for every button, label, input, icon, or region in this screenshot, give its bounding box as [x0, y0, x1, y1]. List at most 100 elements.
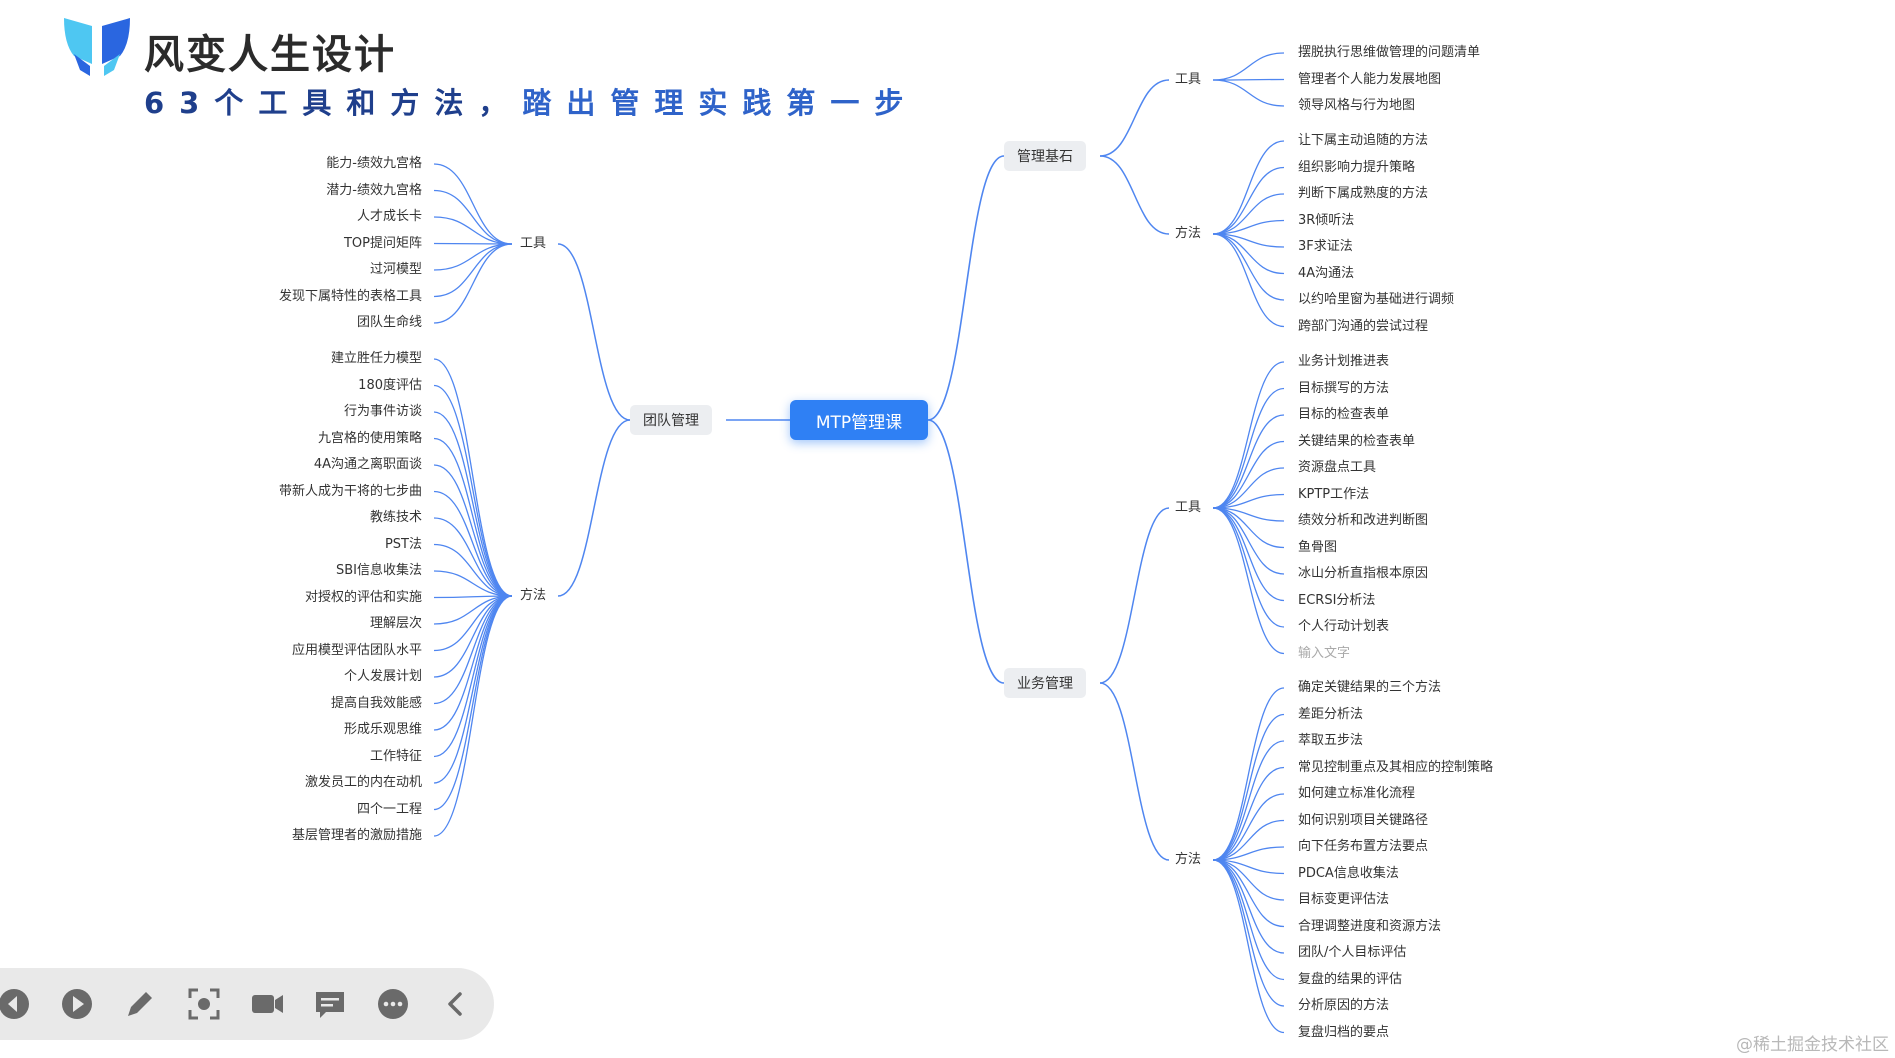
leaf-node[interactable]: 教练技术 — [370, 510, 422, 526]
leaf-node[interactable]: 个人发展计划 — [344, 669, 422, 685]
leaf-node[interactable]: 以约哈里窗为基础进行调频 — [1298, 292, 1454, 308]
leaf-node[interactable]: 工作特征 — [370, 749, 422, 765]
leaf-node[interactable]: SBI信息收集法 — [336, 563, 422, 579]
connector-line — [1212, 859, 1285, 1007]
leaf-node[interactable]: 绩效分析和改进判断图 — [1298, 513, 1428, 529]
leaf-node[interactable]: 向下任务布置方法要点 — [1298, 839, 1428, 855]
branch-node[interactable]: 业务管理 — [1004, 668, 1086, 698]
leaf-node[interactable]: 确定关键结果的三个方法 — [1298, 680, 1441, 696]
leaf-node[interactable]: 关键结果的检查表单 — [1298, 434, 1415, 450]
leaf-node[interactable]: 3F求证法 — [1298, 239, 1353, 255]
connector-line — [1212, 507, 1285, 655]
leaf-node[interactable]: 4A沟通法 — [1298, 266, 1354, 282]
leaf-node[interactable]: TOP提问矩阵 — [344, 236, 422, 252]
leaf-node[interactable]: 复盘的结果的评估 — [1298, 972, 1402, 988]
leaf-node[interactable]: 四个一工程 — [357, 802, 422, 818]
connector-line — [433, 163, 513, 245]
leaf-node[interactable]: 合理调整进度和资源方法 — [1298, 919, 1441, 935]
leaf-node[interactable]: 4A沟通之离职面谈 — [314, 457, 422, 473]
leaf-node[interactable]: 目标变更评估法 — [1298, 892, 1389, 908]
leaf-node[interactable]: 形成乐观思维 — [344, 722, 422, 738]
connector-line — [1212, 79, 1285, 107]
connector-line — [433, 384, 513, 597]
leaf-node[interactable]: 对授权的评估和实施 — [305, 590, 422, 606]
leaf-node[interactable]: 团队/个人目标评估 — [1298, 945, 1406, 961]
play-button[interactable] — [59, 986, 95, 1022]
leaf-node[interactable]: 管理者个人能力发展地图 — [1298, 72, 1441, 88]
branch-node[interactable]: 团队管理 — [630, 405, 712, 435]
leaf-node[interactable]: 目标的检查表单 — [1298, 407, 1389, 423]
leaf-node[interactable]: 让下属主动追随的方法 — [1298, 133, 1428, 149]
leaf-node[interactable]: ECRSI分析法 — [1298, 593, 1375, 609]
collapse-button[interactable] — [438, 986, 474, 1022]
leaf-node[interactable]: 提高自我效能感 — [331, 696, 422, 712]
connector-line — [1212, 233, 1285, 301]
leaf-node[interactable]: 过河模型 — [370, 262, 422, 278]
leaf-node[interactable]: 差距分析法 — [1298, 707, 1363, 723]
pen-button[interactable] — [122, 986, 158, 1022]
leaf-node[interactable]: 如何识别项目关键路径 — [1298, 813, 1428, 829]
group-node[interactable]: 工具 — [520, 236, 546, 252]
leaf-node[interactable]: 目标撰写的方法 — [1298, 381, 1389, 397]
comment-button[interactable] — [312, 986, 348, 1022]
leaf-node[interactable]: 个人行动计划表 — [1298, 619, 1389, 635]
more-button[interactable] — [375, 986, 411, 1022]
group-node[interactable]: 方法 — [1175, 852, 1201, 868]
leaf-node[interactable]: 鱼骨图 — [1298, 540, 1337, 556]
leaf-node[interactable]: 冰山分析直指根本原因 — [1298, 566, 1428, 582]
leaf-node[interactable]: PST法 — [385, 537, 422, 553]
leaf-node[interactable]: 理解层次 — [370, 616, 422, 632]
leaf-node[interactable]: 领导风格与行为地图 — [1298, 98, 1415, 114]
leaf-node[interactable]: PDCA信息收集法 — [1298, 866, 1399, 882]
connector-line — [1212, 414, 1285, 509]
leaf-node[interactable]: 激发员工的内在动机 — [305, 775, 422, 791]
leaf-node[interactable]: 180度评估 — [358, 378, 422, 394]
leaf-node[interactable]: 团队生命线 — [357, 315, 422, 331]
connector-line — [927, 419, 1005, 684]
leaf-node[interactable]: 潜力-绩效九宫格 — [326, 183, 422, 199]
connector-line — [927, 155, 1005, 421]
connector-line — [433, 243, 513, 324]
mindmap-root[interactable]: MTP管理课 — [790, 400, 928, 440]
connector-line — [1212, 687, 1285, 861]
connector-line — [557, 243, 631, 421]
leaf-node[interactable]: 带新人成为干将的七步曲 — [279, 484, 422, 500]
leaf-node[interactable]: 人才成长卡 — [357, 209, 422, 225]
leaf-node[interactable]: 常见控制重点及其相应的控制策略 — [1298, 760, 1493, 776]
camera-button[interactable] — [249, 986, 285, 1022]
pen-icon — [128, 992, 152, 1016]
leaf-node[interactable]: 3R倾听法 — [1298, 213, 1354, 229]
leaf-node[interactable]: 资源盘点工具 — [1298, 460, 1376, 476]
leaf-node[interactable]: 应用模型评估团队水平 — [292, 643, 422, 659]
leaf-node[interactable]: 行为事件访谈 — [344, 404, 422, 420]
leaf-node[interactable]: 发现下属特性的表格工具 — [279, 289, 422, 305]
leaf-node[interactable]: 分析原因的方法 — [1298, 998, 1389, 1014]
group-node[interactable]: 方法 — [1175, 226, 1201, 242]
leaf-node[interactable]: 建立胜任力模型 — [331, 351, 422, 367]
leaf-node[interactable]: 输入文字 — [1298, 646, 1350, 662]
connector-line — [1212, 507, 1285, 602]
leaf-node[interactable]: 能力-绩效九宫格 — [326, 156, 422, 172]
group-node[interactable]: 工具 — [1175, 72, 1201, 88]
mindmap-canvas: 团队管理 工具 能力-绩效九宫格 潜力-绩效九宫格 人才成长卡 TOP提问矩阵 过河模型 发现… — [0, 0, 1895, 1058]
connector-line — [1099, 155, 1170, 235]
branch-node[interactable]: 管理基石 — [1004, 141, 1086, 171]
leaf-node[interactable]: 组织影响力提升策略 — [1298, 160, 1415, 176]
connector-line — [433, 595, 513, 837]
leaf-node[interactable]: 基层管理者的激励措施 — [292, 828, 422, 844]
leaf-node[interactable]: KPTP工作法 — [1298, 487, 1369, 503]
leaf-node[interactable]: 复盘归档的要点 — [1298, 1025, 1389, 1041]
slogan: 63个工具和方法，踏出管理实践第一步 — [144, 80, 918, 122]
leaf-node[interactable]: 判断下属成熟度的方法 — [1298, 186, 1428, 202]
connector-line — [433, 411, 513, 597]
leaf-node[interactable]: 如何建立标准化流程 — [1298, 786, 1415, 802]
leaf-node[interactable]: 摆脱执行思维做管理的问题清单 — [1298, 45, 1480, 61]
leaf-node[interactable]: 跨部门沟通的尝试过程 — [1298, 319, 1428, 335]
group-node[interactable]: 工具 — [1175, 500, 1201, 516]
group-node[interactable]: 方法 — [520, 588, 546, 604]
leaf-node[interactable]: 九宫格的使用策略 — [318, 431, 422, 447]
previous-button[interactable] — [0, 986, 32, 1022]
leaf-node[interactable]: 业务计划推进表 — [1298, 354, 1389, 370]
leaf-node[interactable]: 萃取五步法 — [1298, 733, 1363, 749]
screenshot-button[interactable] — [186, 986, 222, 1022]
